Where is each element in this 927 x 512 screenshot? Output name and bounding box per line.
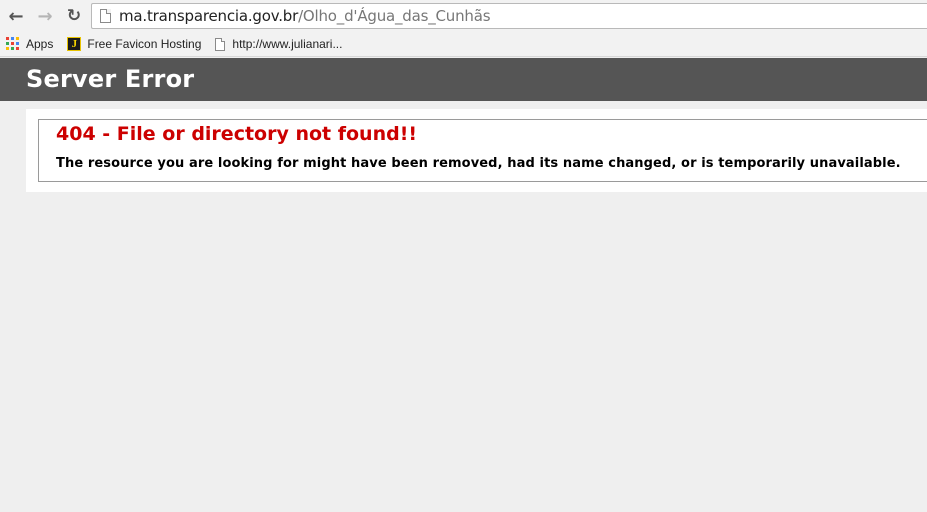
page-icon (215, 37, 226, 51)
error-title: 404 - File or directory not found!! (56, 123, 418, 145)
bookmark-free-favicon-hosting[interactable]: J Free Favicon Hosting (67, 37, 201, 51)
browser-toolbar: ← → ↻ ma.transparencia.gov.br/Olho_d'Águ… (0, 0, 927, 32)
bookmark-label: Apps (26, 37, 54, 51)
error-content: 404 - File or directory not found!! The … (26, 109, 927, 192)
page-icon (100, 9, 111, 23)
bookmark-label: http://www.julianari... (232, 37, 343, 51)
url-path: /Olho_d'Água_das_Cunhãs (298, 7, 491, 25)
bookmark-label: Free Favicon Hosting (87, 37, 202, 51)
page-header: Server Error (0, 58, 927, 101)
error-message: The resource you are looking for might h… (56, 156, 901, 171)
url-domain: ma.transparencia.gov.br (119, 7, 299, 25)
error-box: 404 - File or directory not found!! The … (38, 119, 927, 182)
bookmarks-bar: Apps J Free Favicon Hosting http://www.j… (0, 32, 927, 57)
reload-button[interactable]: ↻ (62, 4, 86, 28)
back-button[interactable]: ← (4, 4, 28, 28)
address-bar[interactable]: ma.transparencia.gov.br/Olho_d'Água_das_… (91, 3, 927, 29)
url-text[interactable]: ma.transparencia.gov.br/Olho_d'Água_das_… (119, 7, 491, 25)
bookmark-julianari[interactable]: http://www.julianari... (215, 37, 342, 51)
forward-button[interactable]: → (33, 4, 57, 28)
apps-grid-icon (6, 37, 20, 51)
arrow-left-icon: ← (8, 5, 24, 27)
j-favicon-icon: J (67, 37, 82, 51)
reload-icon: ↻ (66, 6, 82, 26)
page-title: Server Error (26, 65, 195, 93)
bookmark-apps[interactable]: Apps (6, 37, 53, 51)
arrow-right-icon: → (37, 5, 53, 27)
